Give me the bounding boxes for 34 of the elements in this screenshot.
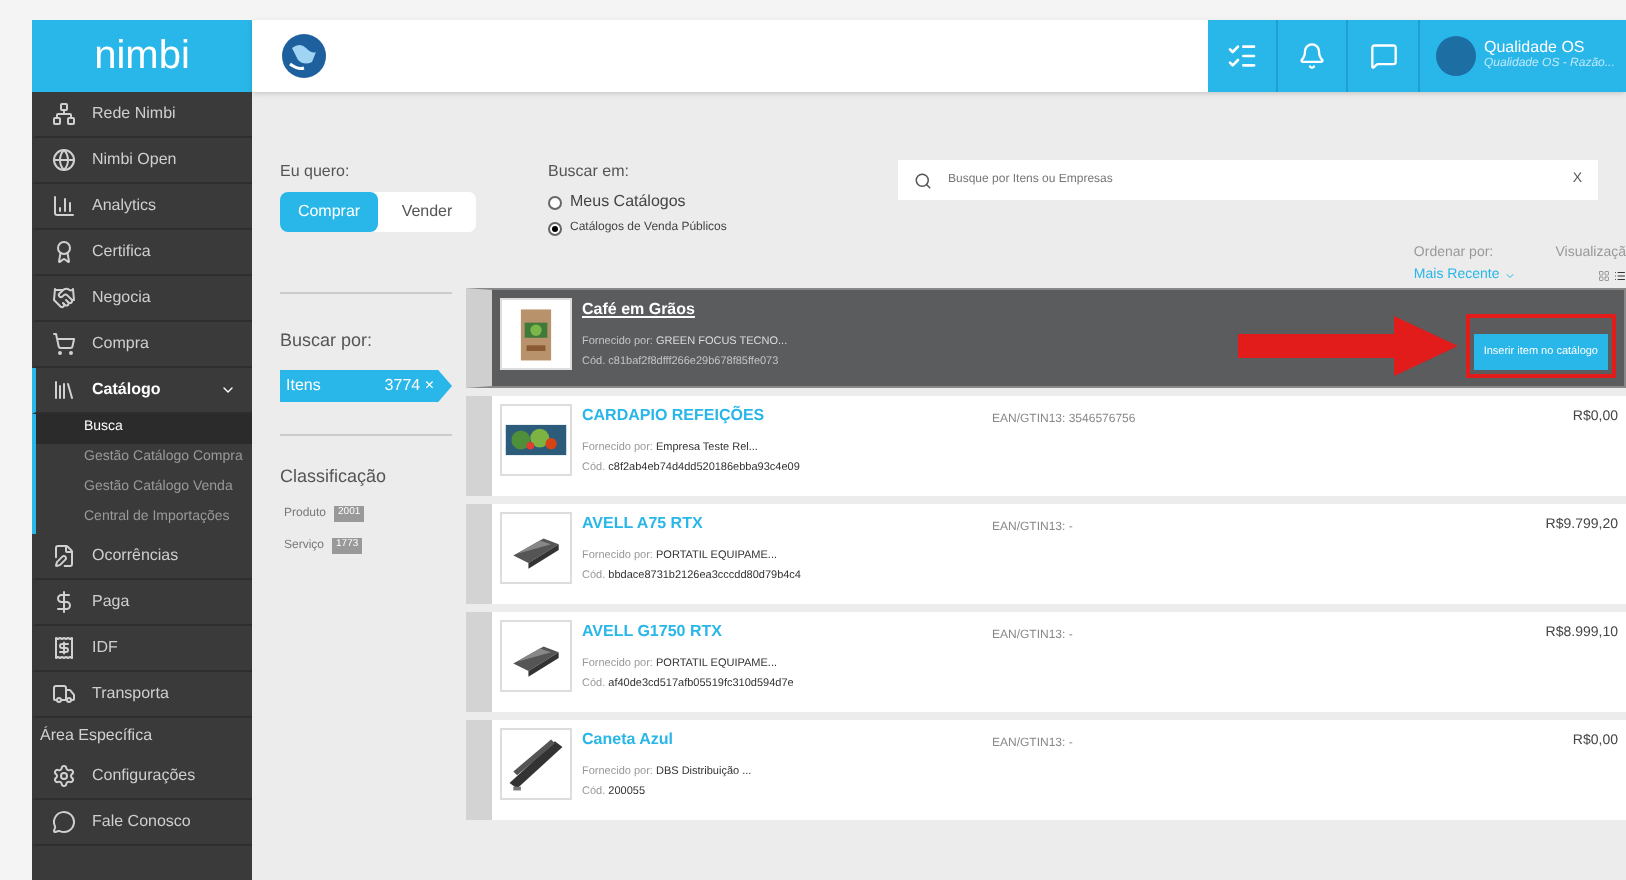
notification-button[interactable] (1278, 20, 1348, 92)
list-view-icon[interactable] (1614, 269, 1626, 281)
menu-icon (52, 148, 76, 172)
search-icon (914, 171, 932, 189)
user-name: Qualidade OS (1484, 38, 1587, 57)
globe-logo-icon[interactable] (280, 32, 328, 80)
chat-icon (1369, 42, 1397, 70)
menu-icon (52, 378, 76, 402)
menu-icon (52, 194, 76, 218)
menu-icon (52, 682, 76, 706)
pointer-arrow-icon (1237, 316, 1458, 377)
radio-option[interactable]: Meus Catálogos (548, 190, 727, 214)
menu-icon (52, 590, 76, 614)
menu-icon (52, 102, 76, 126)
section-header: Área Específica (38, 724, 155, 748)
bell-icon (1298, 42, 1326, 70)
menu-icon (52, 544, 76, 568)
menu-icon (52, 810, 76, 834)
menu-icon (52, 636, 76, 660)
filter-label: Buscar por: (280, 330, 373, 350)
menu-icon (52, 286, 76, 310)
grid-view-icon[interactable] (1598, 269, 1610, 281)
task-list-icon (1226, 40, 1258, 72)
mode-label: Eu quero: (280, 160, 352, 184)
task-list-button[interactable] (1208, 20, 1278, 92)
item-title[interactable]: Café em Grãos (582, 298, 982, 322)
caret-icon (1503, 269, 1516, 282)
scope-label: Buscar em: (548, 160, 631, 184)
menu-icon (52, 332, 76, 356)
messages-button[interactable] (1348, 20, 1420, 92)
avatar-icon (1436, 36, 1476, 76)
menu-icon (52, 764, 76, 788)
classification-label: Classificação (280, 464, 389, 490)
menu-icon (52, 240, 76, 264)
